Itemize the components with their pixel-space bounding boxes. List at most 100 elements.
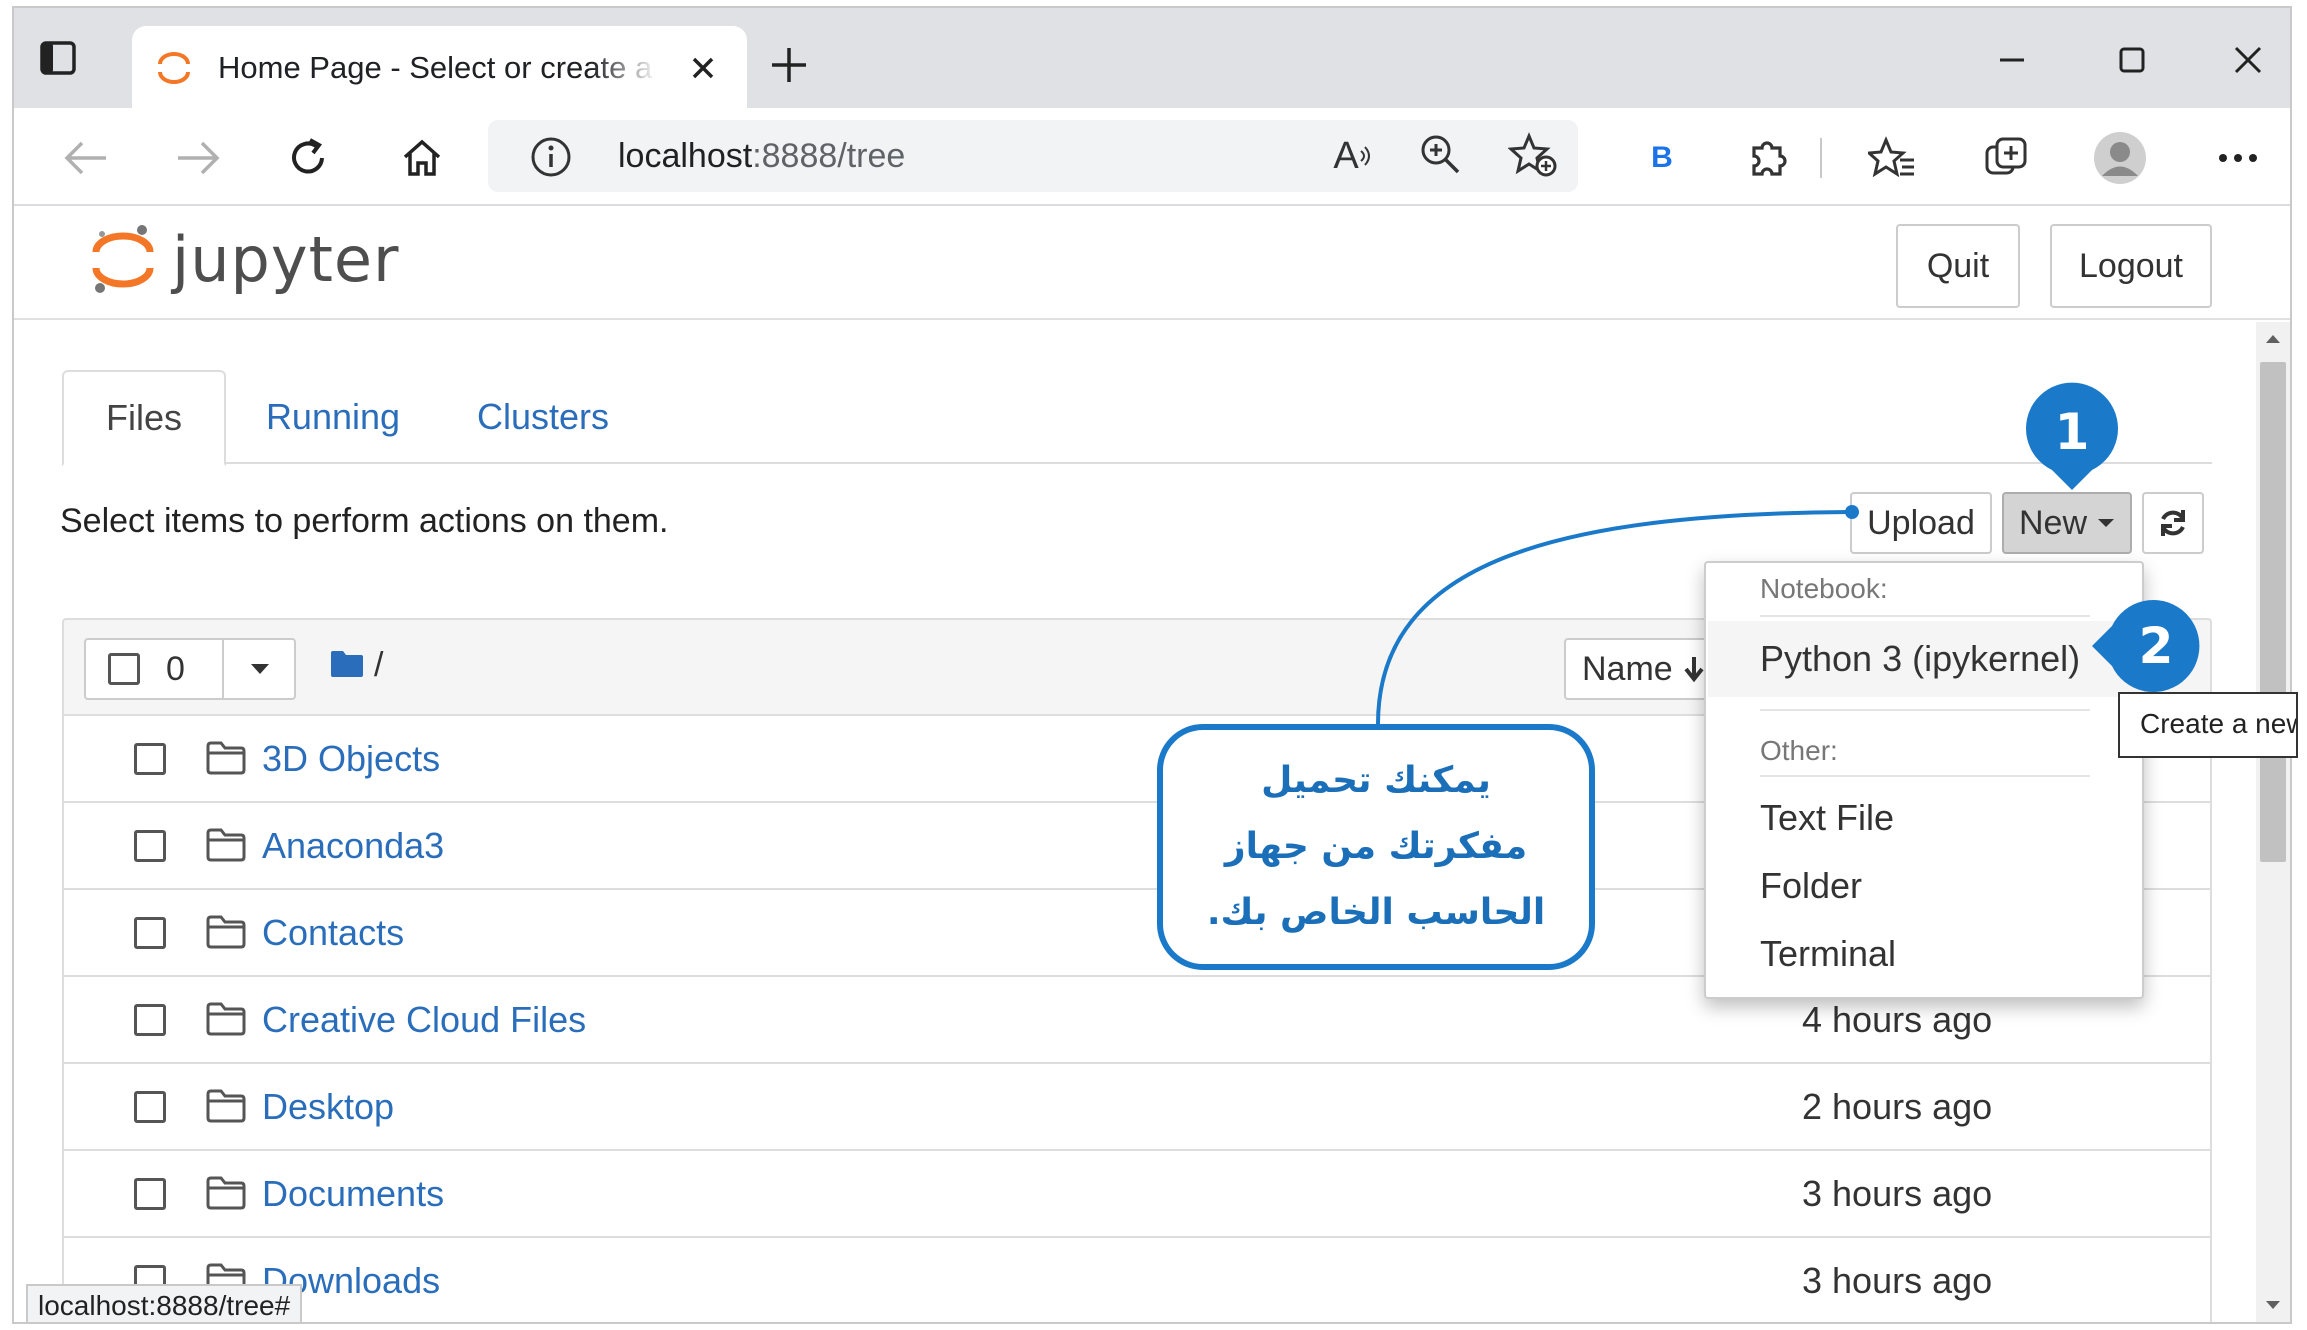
menu-item-python3-notebook[interactable]: Python 3 (ipykernel) — [1708, 621, 2144, 697]
minimize-button[interactable] — [1982, 30, 2042, 90]
menu-divider — [1760, 615, 2090, 617]
favorites-button[interactable] — [1864, 130, 1920, 186]
menu-item-text-file[interactable]: Text File — [1760, 797, 1894, 839]
profile-button[interactable] — [2092, 130, 2148, 186]
extensions-button[interactable] — [1740, 130, 1796, 186]
folder-icon — [206, 1089, 246, 1123]
close-icon — [2234, 46, 2262, 74]
back-button[interactable] — [58, 130, 114, 186]
quit-button[interactable]: Quit — [1896, 224, 2020, 308]
close-icon — [692, 57, 714, 79]
folder-icon — [206, 828, 246, 862]
collections-button[interactable] — [1978, 130, 2034, 186]
instruction-text: Select items to perform actions on them. — [60, 502, 669, 540]
home-button[interactable] — [394, 130, 450, 186]
menu-divider — [1760, 709, 2090, 711]
dashboard-tabs: Files Running Clusters — [62, 370, 2212, 466]
page-scrollbar[interactable] — [2256, 322, 2290, 1322]
address-bar[interactable]: localhost:8888/tree A — [488, 120, 1578, 192]
annotation-callout: يمكنك تحميل مفكرتك من جهاز الحاسب الخاص … — [1157, 724, 1595, 970]
callout-line: يمكنك تحميل — [1261, 760, 1491, 801]
url-text[interactable]: localhost:8888/tree — [618, 137, 905, 176]
new-tab-button[interactable] — [766, 42, 812, 88]
scrollbar-thumb[interactable] — [2260, 362, 2286, 862]
table-row: Desktop 2 hours ago — [62, 1064, 2212, 1151]
read-aloud-button[interactable]: A — [1326, 130, 1380, 182]
folder-icon — [206, 915, 246, 949]
select-dropdown-toggle[interactable] — [222, 640, 296, 698]
file-name-link[interactable]: Desktop — [262, 1086, 394, 1128]
folder-filled-icon — [331, 651, 363, 677]
tab-files[interactable]: Files — [62, 370, 226, 466]
row-checkbox[interactable] — [134, 1091, 166, 1123]
row-checkbox[interactable] — [134, 1004, 166, 1036]
add-favorite-button[interactable] — [1507, 132, 1560, 180]
favorites-list-icon — [1868, 136, 1914, 178]
zoom-in-icon — [1421, 135, 1460, 174]
jupyter-logo[interactable]: jupyter — [92, 222, 400, 296]
file-name-link[interactable]: 3D Objects — [262, 738, 440, 780]
more-options-button[interactable] — [2210, 130, 2266, 186]
scroll-up-arrow-icon — [2266, 335, 2280, 343]
arrow-left-icon — [64, 141, 106, 175]
browser-window: Home Page - Select or create a notebook — [12, 6, 2292, 1324]
reload-icon — [292, 138, 324, 174]
folder-icon — [206, 1002, 246, 1036]
star-add-icon — [1507, 132, 1557, 177]
arrow-down-icon — [1684, 657, 1704, 683]
menu-item-folder[interactable]: Folder — [1760, 865, 1862, 907]
upload-button[interactable]: Upload — [1850, 492, 1992, 554]
file-modified: 2 hours ago — [1802, 1086, 1993, 1127]
tab-close-button[interactable] — [681, 46, 725, 90]
file-name-link[interactable]: Anaconda3 — [262, 825, 444, 867]
jupyter-header: jupyter Quit Logout — [14, 208, 2290, 320]
select-all-group: 0 — [84, 638, 296, 700]
more-dots-icon — [2219, 154, 2257, 162]
select-all-checkbox[interactable] — [108, 653, 140, 685]
new-dropdown-menu: Notebook: Python 3 (ipykernel) Other: Te… — [1704, 561, 2144, 999]
annotation-marker-1: 1 — [2022, 382, 2122, 490]
tab-running[interactable]: Running — [238, 370, 428, 464]
new-button-label: New — [2018, 503, 2088, 542]
marker-number: 1 — [2054, 403, 2090, 461]
menu-item-label: Python 3 (ipykernel) — [1760, 638, 2081, 679]
menu-item-terminal[interactable]: Terminal — [1760, 933, 1896, 975]
arrow-right-icon — [178, 141, 220, 175]
zoom-button[interactable] — [1418, 132, 1466, 180]
row-checkbox[interactable] — [134, 1178, 166, 1210]
profile-badge-button[interactable]: B — [1634, 130, 1690, 186]
file-modified: 3 hours ago — [1802, 1173, 1993, 1214]
reload-button[interactable] — [280, 130, 336, 186]
maximize-icon — [2119, 47, 2145, 73]
forward-button[interactable] — [170, 130, 226, 186]
row-checkbox[interactable] — [134, 917, 166, 949]
file-name-link[interactable]: Contacts — [262, 912, 404, 954]
menu-divider — [1760, 775, 2090, 777]
row-checkbox[interactable] — [134, 830, 166, 862]
tab-sidebar-icon — [40, 41, 76, 75]
maximize-button[interactable] — [2102, 30, 2162, 90]
new-button[interactable]: New — [2002, 492, 2132, 554]
window-close-button[interactable] — [2218, 30, 2278, 90]
file-name-link[interactable]: Creative Cloud Files — [262, 999, 586, 1041]
scroll-down-arrow-icon — [2266, 1301, 2280, 1309]
tab-actions-button[interactable] — [38, 38, 78, 78]
browser-tab-active[interactable]: Home Page - Select or create a notebook — [132, 26, 747, 110]
refresh-list-button[interactable] — [2142, 492, 2204, 554]
puzzle-icon — [1752, 141, 1787, 176]
folder-icon — [206, 741, 246, 775]
breadcrumb-root[interactable]: / — [374, 646, 383, 685]
refresh-icon — [2161, 510, 2185, 536]
marker-number: 2 — [2138, 617, 2174, 675]
folder-icon — [206, 1176, 246, 1210]
logout-button[interactable]: Logout — [2050, 224, 2212, 308]
file-name-link[interactable]: Documents — [262, 1173, 444, 1215]
tab-clusters[interactable]: Clusters — [438, 370, 648, 464]
row-checkbox[interactable] — [134, 743, 166, 775]
info-icon — [531, 137, 571, 177]
collections-icon — [1985, 137, 2027, 175]
caret-down-icon — [2098, 519, 2115, 527]
annotation-marker-2: 2 — [2092, 596, 2200, 696]
browser-titlebar: Home Page - Select or create a notebook — [14, 8, 2290, 110]
sound-waves-icon — [1359, 146, 1370, 166]
